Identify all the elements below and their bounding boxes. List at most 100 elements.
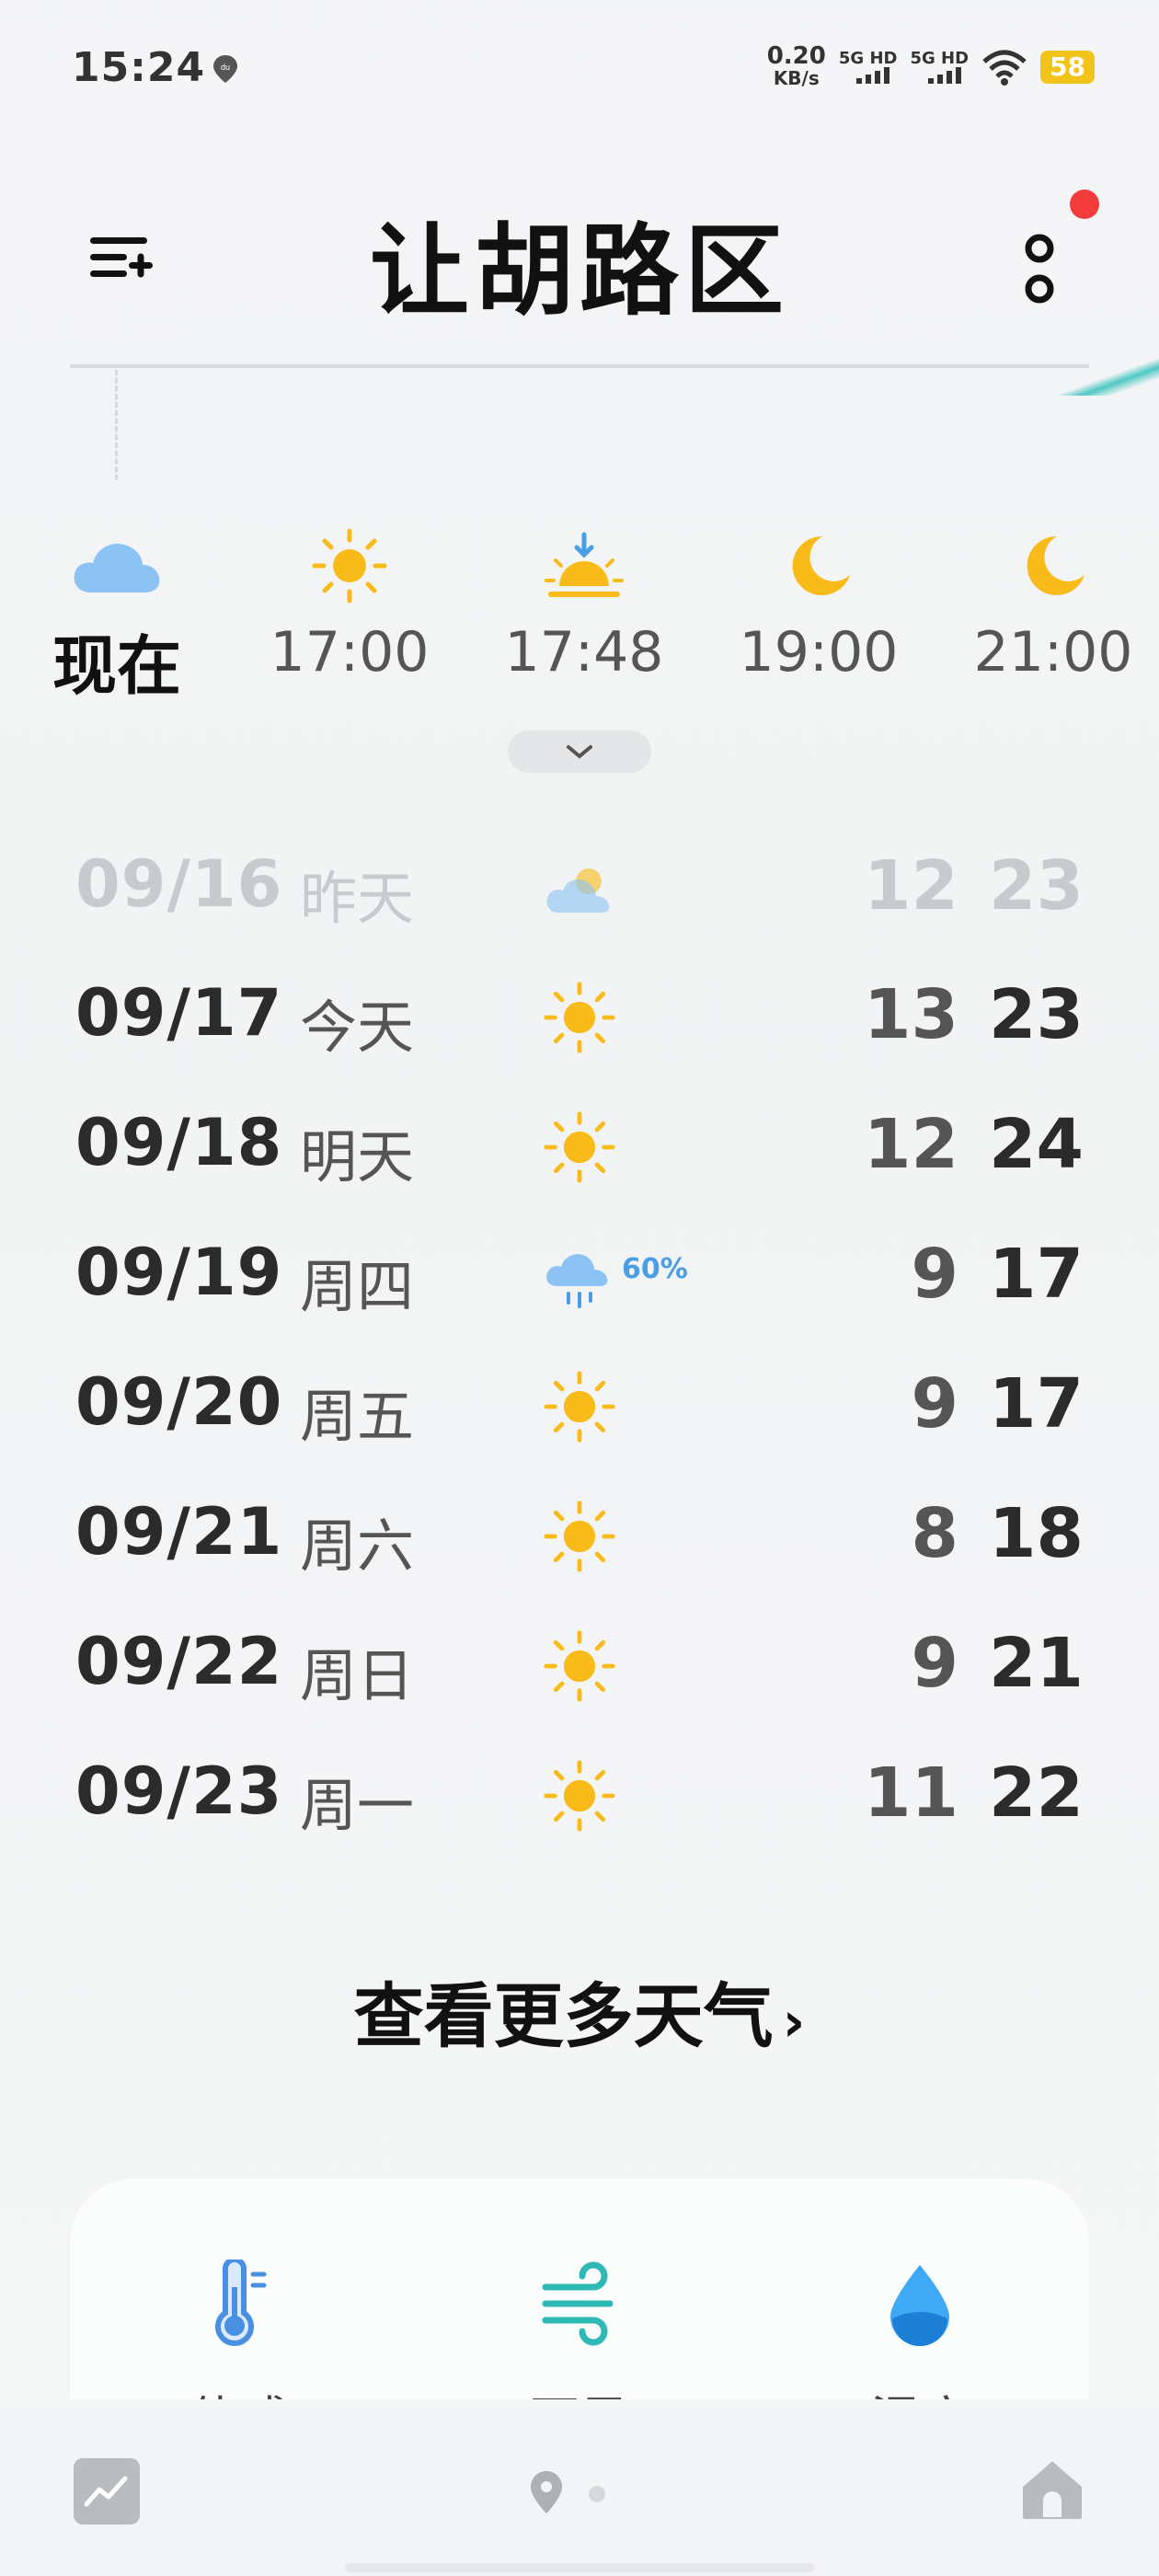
hourly-forecast[interactable]: 现在 17:00 17:48 19:00 21:00 [0, 515, 1159, 704]
daily-row[interactable]: 09/16 昨天 12 23 [0, 828, 1159, 957]
bottom-nav [0, 2429, 1159, 2558]
status-right: 0.20 KB/s 5G HD 5G HD 58 [767, 44, 1095, 90]
chevron-down-icon [567, 745, 592, 759]
location-pin-icon[interactable] [528, 2469, 565, 2515]
chevron-right-icon: › [782, 1990, 806, 2054]
hourly-item-now: 现在 [25, 515, 209, 707]
daily-low: 12 [864, 846, 958, 926]
daily-high: 23 [989, 975, 1084, 1054]
home-indicator [345, 2563, 814, 2572]
daily-high: 24 [989, 1105, 1084, 1184]
home-icon[interactable] [1019, 2456, 1085, 2523]
battery-indicator: 58 [1040, 51, 1095, 84]
sun-icon [544, 1501, 615, 1572]
sim2-signal: 5G HD [910, 51, 969, 84]
sun-icon [544, 1760, 615, 1832]
status-bar: 15:24 du 0.20 KB/s 5G HD 5G HD 58 [0, 0, 1159, 138]
daily-date: 09/16 [75, 846, 283, 922]
hourly-item: 17:00 [258, 515, 442, 684]
daily-date: 09/17 [75, 975, 283, 1051]
daily-date: 09/18 [75, 1105, 283, 1180]
daily-day: 周日 [300, 1642, 415, 1709]
city-title: 让胡路区 [369, 214, 789, 329]
daily-high: 18 [989, 1494, 1084, 1573]
sim2-label: 5G HD [910, 49, 970, 68]
moon-icon [1027, 535, 1084, 595]
hourly-item: 21:00 [961, 515, 1145, 684]
daily-low: 9 [911, 1235, 959, 1314]
network-speed-value: 0.20 [766, 42, 826, 70]
daily-day: 周四 [300, 1253, 415, 1320]
rain-icon [546, 1254, 608, 1308]
expand-button[interactable] [508, 730, 651, 773]
signal-bars-icon [928, 67, 962, 84]
more-weather-link[interactable]: 查看更多天气 › [0, 1960, 1159, 2061]
sun-icon [544, 1111, 615, 1183]
more-options-button[interactable] [1012, 212, 1067, 313]
daily-low: 9 [911, 1624, 959, 1703]
daily-row[interactable]: 09/20 周五 9 17 [0, 1346, 1159, 1475]
cloud-icon [74, 543, 160, 592]
daily-row[interactable]: 09/17 今天 13 23 [0, 957, 1159, 1086]
hourly-item: 19:00 [727, 515, 911, 684]
daily-day: 周一 [300, 1772, 415, 1839]
notification-dot [1070, 190, 1099, 219]
moon-icon [792, 535, 850, 595]
daily-high: 22 [989, 1754, 1084, 1833]
hourly-time: 17:00 [270, 620, 430, 684]
daily-day: 昨天 [300, 865, 415, 932]
sim1-signal: 5G HD [838, 49, 898, 84]
svg-text:du: du [221, 63, 230, 72]
detail-label: 西风 [488, 2379, 671, 2399]
header: 让胡路区 [0, 166, 1159, 350]
hourly-item: 17:48 [492, 515, 676, 684]
trend-button[interactable] [74, 2458, 140, 2524]
daily-row[interactable]: 09/21 周六 8 18 [0, 1476, 1159, 1604]
sim1-label: 5G HD [838, 49, 898, 68]
thermometer-icon [215, 2257, 267, 2346]
detail-humidity[interactable]: 湿度 [828, 2260, 1012, 2399]
daily-date: 09/23 [75, 1754, 283, 1829]
daily-day: 周六 [300, 1512, 415, 1580]
location-service-icon: du [213, 55, 237, 83]
status-time: 15:24 [72, 44, 206, 91]
detail-label: 湿度 [828, 2379, 1012, 2399]
daily-day: 明天 [300, 1123, 415, 1190]
daily-row[interactable]: 09/19 周四 60% 9 17 [0, 1216, 1159, 1345]
network-speed-unit: KB/s [773, 67, 820, 89]
daily-day: 今天 [300, 994, 415, 1061]
daily-low: 9 [911, 1364, 959, 1443]
daily-low: 13 [864, 975, 958, 1054]
detail-feels-like[interactable]: 体感 [147, 2257, 331, 2399]
decorative-stroke [1049, 359, 1159, 396]
hourly-time: 17:48 [504, 620, 664, 684]
wifi-icon [982, 50, 1027, 86]
wind-icon [542, 2261, 614, 2346]
sun-icon [544, 1630, 615, 1702]
detail-label: 体感 [147, 2379, 331, 2399]
daily-row[interactable]: 09/18 明天 12 24 [0, 1087, 1159, 1215]
daily-row[interactable]: 09/23 周一 11 22 [0, 1735, 1159, 1864]
daily-day: 周五 [300, 1383, 415, 1450]
daily-row[interactable]: 09/22 周日 9 21 [0, 1605, 1159, 1734]
sun-icon [312, 528, 387, 604]
daily-low: 11 [864, 1754, 958, 1833]
daily-date: 09/20 [75, 1364, 283, 1440]
daily-low: 8 [911, 1494, 959, 1573]
hourly-time: 21:00 [973, 620, 1133, 684]
daily-date: 09/19 [75, 1235, 283, 1310]
trend-chart-icon [84, 2476, 128, 2507]
signal-bars-icon [856, 67, 890, 84]
daily-high: 17 [989, 1364, 1084, 1443]
detail-wind[interactable]: 西风 [488, 2260, 671, 2399]
daily-high: 21 [989, 1624, 1084, 1703]
network-speed: 0.20 KB/s [766, 42, 826, 89]
hourly-time: 19:00 [739, 620, 899, 684]
sun-icon [544, 1371, 615, 1443]
daily-date: 09/22 [75, 1624, 283, 1699]
daily-low: 12 [864, 1105, 958, 1184]
header-divider [70, 364, 1089, 368]
humidity-icon [890, 2265, 949, 2346]
partly-cloudy-icon [546, 868, 610, 913]
details-card: 体感 西风 湿度 [70, 2179, 1089, 2399]
